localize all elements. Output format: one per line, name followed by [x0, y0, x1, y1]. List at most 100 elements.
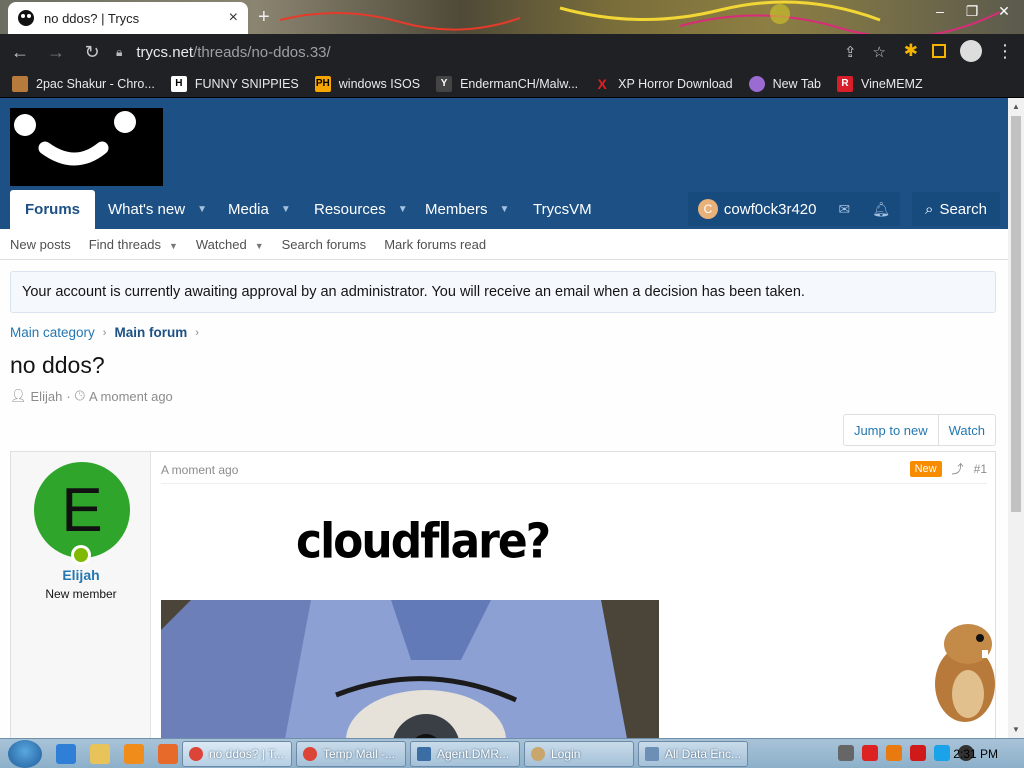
bookmark-item[interactable]: H FUNNY SNIPPIES — [170, 75, 299, 92]
post-number[interactable]: #1 — [974, 462, 987, 476]
scroll-up-icon[interactable]: ▲ — [1012, 102, 1020, 111]
tab-close-icon[interactable]: × — [229, 9, 238, 27]
tray-icon[interactable] — [838, 745, 854, 761]
bookmark-item[interactable]: 2pac Shakur - Chro... — [12, 75, 155, 92]
bookmark-item[interactable]: New Tab — [748, 75, 821, 92]
chevron-down-icon[interactable]: ▼ — [281, 204, 291, 215]
minimize-button[interactable]: – — [926, 0, 954, 22]
tray-icon[interactable] — [910, 745, 926, 761]
taskbar-window-button[interactable]: no ddos? | T... — [182, 740, 292, 767]
jump-to-new-button[interactable]: Jump to new — [844, 415, 938, 445]
chevron-down-icon[interactable]: ▼ — [169, 241, 178, 251]
ph-icon: PH — [314, 75, 331, 92]
nav-label: What's new — [108, 201, 186, 218]
bookmark-item[interactable]: Y EndermanCH/Malw... — [436, 75, 579, 92]
chevron-down-icon[interactable]: ▼ — [398, 204, 408, 215]
bookmark-item[interactable]: X XP Horror Download — [594, 76, 733, 92]
post-avatar[interactable]: E — [34, 462, 130, 558]
chevron-down-icon[interactable]: ▼ — [255, 241, 264, 251]
post-time[interactable]: A moment ago — [161, 463, 238, 477]
post-username[interactable]: Elijah — [11, 567, 151, 583]
close-window-button[interactable]: ✕ — [990, 0, 1018, 22]
reload-icon[interactable]: ↻ — [76, 36, 108, 68]
bookmark-item[interactable]: PH windows ISOS — [314, 75, 421, 92]
new-posts-link[interactable]: New posts — [10, 237, 71, 252]
tray-icon[interactable] — [862, 745, 878, 761]
profile-avatar-icon[interactable] — [960, 40, 982, 62]
chevron-down-icon[interactable]: ▼ — [197, 204, 207, 215]
bookmark-label: windows ISOS — [338, 76, 421, 91]
url-text[interactable]: trycs.net/threads/no-ddos.33/ — [136, 44, 330, 61]
nav-forums[interactable]: Forums — [10, 190, 96, 229]
desktop-pet-beaver-image[interactable] — [920, 614, 1010, 724]
nav-whats-new[interactable]: What's new ▼ — [108, 190, 207, 229]
internet-explorer-icon[interactable] — [56, 743, 76, 764]
breadcrumb-main-forum[interactable]: Main forum — [114, 325, 187, 340]
taskbar-window-button[interactable]: Temp Mail -... — [296, 740, 406, 767]
taskbar-window-button[interactable]: Login — [524, 740, 634, 767]
y-icon: Y — [436, 75, 453, 92]
username-label: cowf0ck3r420 — [723, 200, 817, 218]
nav-label: Members — [425, 201, 488, 218]
share-icon[interactable]: ⇪ — [844, 43, 857, 61]
bookmark-label: EndermanCH/Malw... — [460, 76, 579, 91]
alerts-bell-icon[interactable]: 🔔︎ — [872, 201, 890, 218]
r-icon: R — [837, 75, 853, 92]
breadcrumb: Main category › Main forum › — [10, 325, 207, 340]
chevron-down-icon[interactable]: ▼ — [500, 204, 510, 215]
taskbar-clock[interactable]: 2:31 PM — [953, 747, 998, 761]
search-button[interactable]: ⌕ Search — [912, 192, 1000, 226]
thread-time[interactable]: A moment ago — [89, 389, 173, 404]
nav-trycsvm[interactable]: TrycsVM — [533, 190, 592, 229]
scroll-thumb[interactable] — [1011, 116, 1021, 512]
address-bar[interactable]: 🔒︎ trycs.net/threads/no-ddos.33/ ⇪ ☆ — [106, 38, 886, 66]
page-scrollbar[interactable]: ▲ ▼ — [1008, 98, 1024, 738]
bookmark-item[interactable]: R VineMEMZ — [837, 75, 923, 92]
search-forums-link[interactable]: Search forums — [282, 237, 367, 252]
tray-icon[interactable] — [886, 745, 902, 761]
browser-menu-icon[interactable]: ⋮ — [996, 41, 1014, 62]
firefox-icon[interactable] — [158, 743, 178, 764]
post-gif-image[interactable] — [161, 600, 659, 738]
window-controls: – ❐ ✕ — [926, 0, 1018, 22]
chrome-icon — [189, 746, 203, 761]
forward-arrow-icon[interactable]: → — [40, 36, 72, 68]
browser-toolbar: ← → ↻ 🔒︎ trycs.net/threads/no-ddos.33/ ⇪… — [0, 34, 1024, 70]
share-icon[interactable]: ⤴ — [952, 460, 964, 477]
window-app-icon — [417, 746, 431, 761]
breadcrumb-main-category[interactable]: Main category — [10, 325, 95, 340]
file-explorer-icon[interactable] — [90, 743, 110, 764]
taskbar-window-button[interactable]: Agent.DMR... — [410, 740, 520, 767]
tray-icon[interactable] — [934, 745, 950, 761]
find-threads-link[interactable]: Find threads ▼ — [89, 237, 178, 252]
restore-button[interactable]: ❐ — [958, 0, 986, 22]
user-menu[interactable]: C cowf0ck3r420 ✉ 🔔︎ — [687, 192, 900, 226]
back-arrow-icon[interactable]: ← — [4, 36, 36, 68]
site-logo[interactable] — [10, 108, 163, 186]
start-button[interactable] — [8, 739, 42, 768]
scroll-down-icon[interactable]: ▼ — [1012, 725, 1020, 734]
side-panel-icon[interactable] — [932, 44, 946, 58]
post-main: A moment ago New ⤴ #1 cloudflare? — [161, 452, 987, 738]
sub-navigation: New posts Find threads ▼ Watched ▼ Search … — [0, 229, 1008, 260]
new-tab-button[interactable]: + — [258, 6, 270, 29]
thread-author[interactable]: Elijah — [31, 389, 63, 404]
nav-label: Media — [228, 201, 269, 218]
active-tab[interactable]: no ddos? | Trycs × — [8, 2, 248, 34]
nav-resources[interactable]: Resources ▼ — [314, 190, 408, 229]
taskbar-window-label: All Data Enc... — [665, 746, 742, 761]
mark-forums-read-link[interactable]: Mark forums read — [384, 237, 486, 252]
inbox-envelope-icon[interactable]: ✉ — [838, 201, 850, 218]
watch-button[interactable]: Watch — [937, 415, 995, 445]
extensions-puzzle-icon[interactable]: ✱ — [904, 41, 918, 61]
watched-link[interactable]: Watched ▼ — [196, 237, 264, 252]
taskbar-window-button[interactable]: All Data Enc... — [638, 740, 748, 767]
tab-title: no ddos? | Trycs — [44, 10, 140, 26]
bookmark-star-icon[interactable]: ☆ — [873, 43, 886, 61]
nav-media[interactable]: Media ▼ — [228, 190, 291, 229]
nav-members[interactable]: Members ▼ — [425, 190, 509, 229]
taskbar-window-label: Login — [551, 746, 581, 761]
bookmark-label: 2pac Shakur - Chro... — [36, 76, 155, 91]
megamind-eye-image — [161, 600, 659, 738]
media-player-icon[interactable] — [124, 743, 144, 764]
